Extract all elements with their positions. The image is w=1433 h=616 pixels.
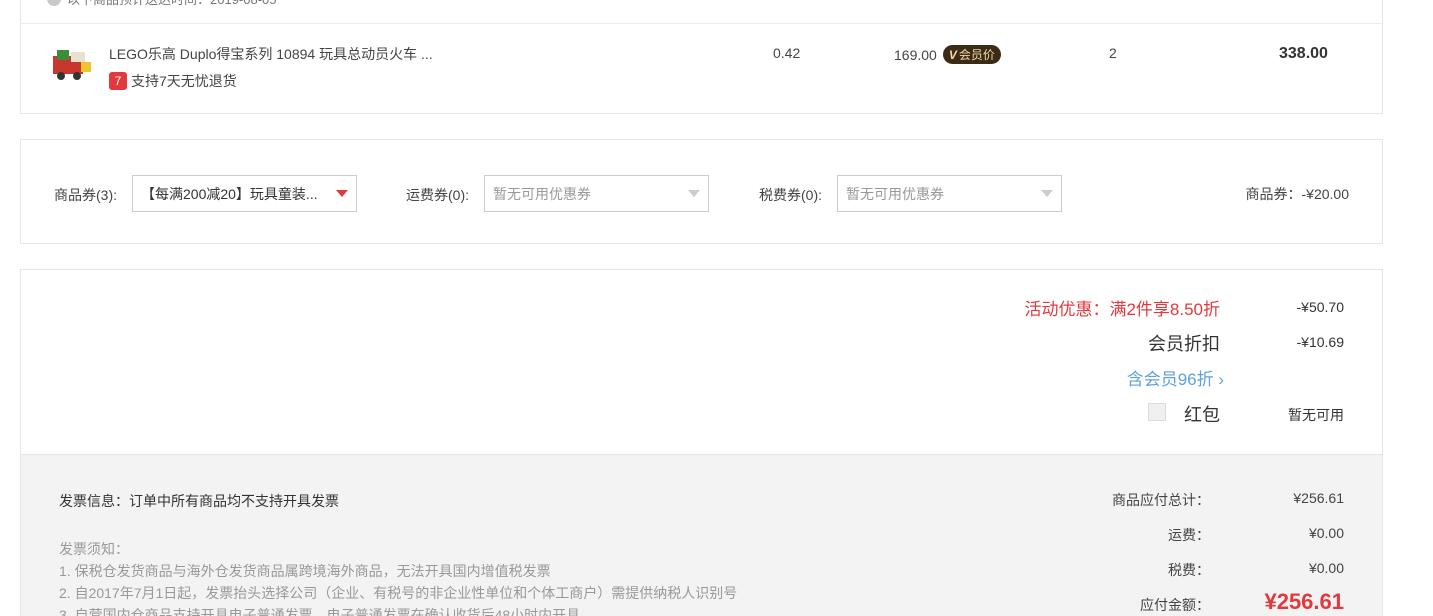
- product-thumbnail[interactable]: [51, 46, 93, 82]
- return-text: 支持7天无忧退货: [131, 73, 237, 89]
- delivery-text: 以下商品预计送达时间：2019-08-05: [67, 0, 277, 8]
- quantity: 2: [1109, 45, 1117, 61]
- tax-fee-label: 税费：: [1168, 562, 1210, 578]
- invoice-info: 发票信息：订单中所有商品均不支持开具发票: [59, 493, 339, 509]
- product-coupon-label: 商品券(3):: [54, 187, 117, 203]
- tax-coupon-label: 税费券(0):: [759, 187, 822, 203]
- shipping-coupon-value: 暂无可用优惠券: [493, 185, 591, 202]
- shipping-coupon-label: 运费券(0):: [406, 187, 469, 203]
- delivery-info: 以下商品预计送达时间：2019-08-05: [47, 0, 277, 8]
- product-coupon-value: 【每满200减20】玩具童装...: [141, 185, 318, 202]
- invoice-note: 3. 自营国内仓商品支持开具电子普通发票，电子普通发票在确认收货后48小时内开具: [59, 607, 581, 616]
- member-96-discount-link[interactable]: 含会员96折 ›: [1127, 365, 1224, 390]
- product-name-link[interactable]: LEGO乐高 Duplo得宝系列 10894 玩具总动员火车 ...: [109, 44, 433, 64]
- shipping-fee-value: ¥0.00: [1308, 525, 1344, 541]
- dropdown-arrow-icon: [688, 190, 700, 197]
- clock-icon: [47, 0, 61, 6]
- invoice-notes: 发票须知： 1. 保税仓发货商品与海外仓发货商品属跨境海外商品，无法开具国内增值…: [59, 538, 737, 616]
- seven-day-return-icon: 7: [109, 72, 127, 90]
- product-card: 以下商品预计送达时间：2019-08-05 LEGO乐高 Duplo得宝系列 1…: [20, 0, 1383, 114]
- product-coupon-select[interactable]: 【每满200减20】玩具童装...: [132, 175, 357, 212]
- discount-card: 活动优惠：满2件享8.50折 -¥50.70 会员折扣 -¥10.69 含会员9…: [20, 269, 1383, 616]
- tax-fee-value: ¥0.00: [1308, 560, 1344, 576]
- redpacket-value: 暂无可用: [1288, 407, 1344, 423]
- member-discount-label: 会员折扣: [1148, 334, 1220, 354]
- pay-amount-label: 应付金额：: [1140, 597, 1210, 613]
- vip-icon: V: [948, 47, 957, 62]
- invoice-notes-title: 发票须知：: [59, 541, 129, 557]
- invoice-note: 2. 自2017年7月1日起，发票抬头选择公司（企业、有税号的非企业性单位和个体…: [59, 585, 738, 601]
- activity-discount-label: 活动优惠：满2件享8.50折: [1024, 300, 1220, 319]
- pay-amount-value: ¥256.61: [1264, 589, 1344, 614]
- invoice-summary-section: 发票信息：订单中所有商品均不支持开具发票 发票须知： 1. 保税仓发货商品与海外…: [21, 454, 1382, 616]
- product-subtotal: 338.00: [1279, 45, 1328, 62]
- tax-rate: 0.42: [773, 45, 801, 61]
- dropdown-arrow-icon: [1041, 190, 1053, 197]
- redpacket-label: 红包: [1184, 405, 1220, 425]
- shipping-coupon-select[interactable]: 暂无可用优惠券: [484, 175, 709, 212]
- goods-total-label: 商品应付总计：: [1112, 492, 1210, 508]
- divider: [21, 23, 1382, 24]
- invoice-note: 1. 保税仓发货商品与海外仓发货商品属跨境海外商品，无法开具国内增值税发票: [59, 563, 551, 579]
- coupon-total: 商品券：-¥20.00: [1245, 186, 1349, 202]
- tax-coupon-select[interactable]: 暂无可用优惠券: [837, 175, 1062, 212]
- activity-discount-value: -¥50.70: [1296, 299, 1344, 315]
- dropdown-arrow-icon: [336, 190, 348, 197]
- member-discount-value: -¥10.69: [1296, 334, 1344, 350]
- coupon-card: 商品券(3): 【每满200减20】玩具童装... 运费券(0): 暂无可用优惠…: [20, 139, 1383, 244]
- vip-price-badge: V 会员价: [942, 45, 1001, 64]
- vip-price-label: 会员价: [958, 48, 995, 62]
- return-policy: 7 支持7天无忧退货: [109, 71, 237, 91]
- goods-total-value: ¥256.61: [1293, 490, 1344, 506]
- shipping-fee-label: 运费：: [1168, 527, 1210, 543]
- unit-price-value: 169.00: [894, 46, 937, 63]
- redpacket-checkbox[interactable]: [1148, 403, 1166, 421]
- unit-price: 169.00 V 会员价: [894, 45, 1001, 64]
- tax-coupon-value: 暂无可用优惠券: [846, 185, 944, 202]
